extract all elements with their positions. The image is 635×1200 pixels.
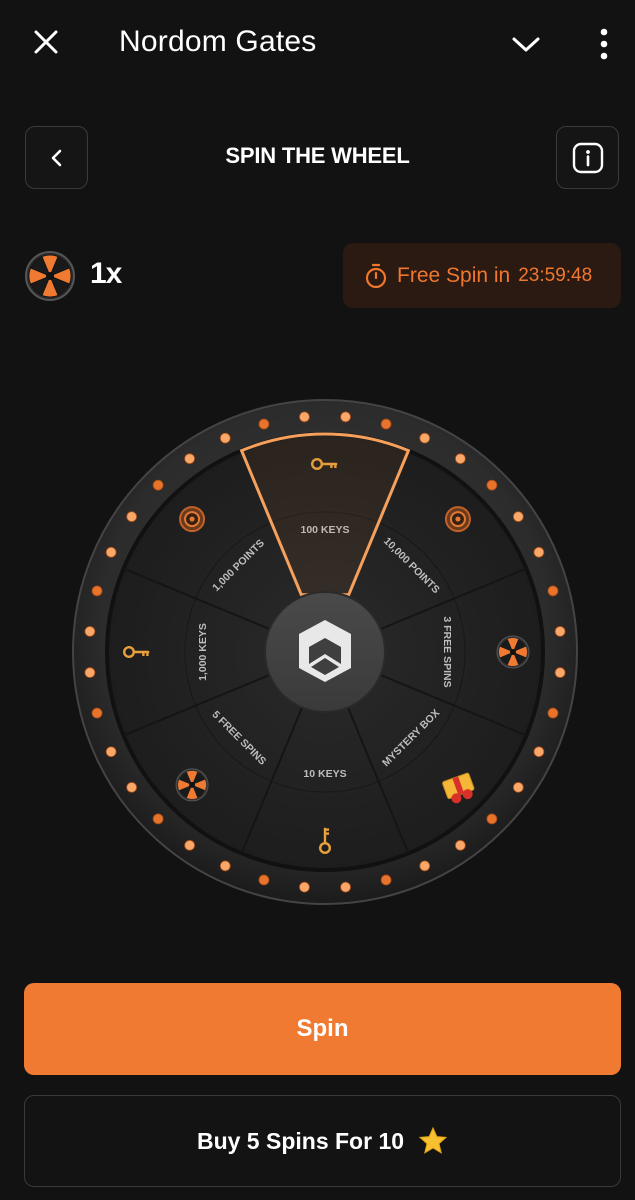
- rim-light: [454, 453, 466, 465]
- info-icon: [572, 142, 603, 173]
- segment-label: 10 KEYS: [303, 768, 346, 780]
- spin-button[interactable]: Spin: [24, 983, 621, 1075]
- spin-count: 1x: [90, 257, 122, 290]
- rim-light: [152, 479, 164, 491]
- rim-light: [152, 813, 164, 825]
- rim-light: [126, 511, 138, 523]
- info-button[interactable]: [556, 126, 619, 189]
- more-options-button[interactable]: [584, 22, 624, 66]
- buy-spins-button[interactable]: Buy 5 Spins For 10: [24, 1095, 621, 1187]
- buy-spins-label: Buy 5 Spins For 10: [196, 1127, 405, 1154]
- rim-light: [454, 839, 466, 851]
- rim-light: [419, 860, 431, 872]
- rim-light: [299, 411, 310, 423]
- app-title: Nordom Gates: [119, 25, 317, 58]
- star-icon: [418, 1126, 448, 1154]
- free-spin-timer: Free Spin in 23:59:48: [343, 243, 621, 308]
- wheel-icon: [496, 635, 530, 669]
- rim-light: [184, 839, 196, 851]
- wheel-icon: [25, 251, 75, 301]
- rim-light: [486, 813, 498, 825]
- stopwatch-icon: [365, 263, 387, 288]
- spin-wheel-screen: Nordom Gates SPIN THE WHEEL 1x Free Spin…: [0, 0, 635, 1200]
- rim-light: [91, 585, 103, 597]
- rim-light: [84, 626, 96, 637]
- rim-light: [84, 667, 96, 678]
- rim-light: [340, 411, 351, 423]
- rim-light: [340, 881, 351, 893]
- rim-light: [105, 746, 117, 758]
- more-vertical-icon: [600, 28, 608, 60]
- top-app-bar: Nordom Gates: [0, 0, 635, 86]
- rim-light: [380, 418, 392, 430]
- coin-icon: [179, 506, 206, 533]
- wheel-icon: [175, 768, 209, 802]
- rim-light: [105, 546, 117, 558]
- rim-light: [533, 746, 545, 758]
- rim-light: [419, 432, 431, 444]
- chevron-down-icon: [512, 37, 540, 52]
- collapse-button[interactable]: [506, 24, 546, 64]
- rim-light: [533, 546, 545, 558]
- timer-value: 23:59:48: [518, 264, 593, 286]
- rim-light: [91, 707, 103, 719]
- rim-light: [554, 667, 566, 678]
- coin-icon: [444, 506, 471, 533]
- rim-light: [258, 874, 270, 886]
- rim-light: [547, 707, 559, 719]
- rim-light: [380, 874, 392, 886]
- rim-light: [512, 511, 524, 523]
- timer-label: Free Spin in: [397, 263, 511, 287]
- rim-light: [219, 860, 231, 872]
- prize-wheel[interactable]: 100 KEYS10,000 POINTS3 FREE SPINSMYSTERY…: [65, 392, 585, 912]
- rim-light: [299, 881, 310, 893]
- rim-light: [258, 418, 270, 430]
- close-button[interactable]: [26, 22, 66, 62]
- rim-light: [547, 585, 559, 597]
- rim-light: [126, 781, 138, 793]
- rim-light: [486, 479, 498, 491]
- rim-light: [219, 432, 231, 444]
- segment-label: 3 FREE SPINS: [441, 616, 453, 687]
- rim-light: [184, 453, 196, 465]
- rim-light: [512, 781, 524, 793]
- rim-light: [554, 626, 566, 637]
- prize-wheel-graphic: 100 KEYS10,000 POINTS3 FREE SPINSMYSTERY…: [72, 399, 578, 905]
- close-icon: [34, 30, 58, 54]
- segment-label: 1,000 KEYS: [197, 623, 209, 681]
- page-title: SPIN THE WHEEL: [225, 143, 410, 168]
